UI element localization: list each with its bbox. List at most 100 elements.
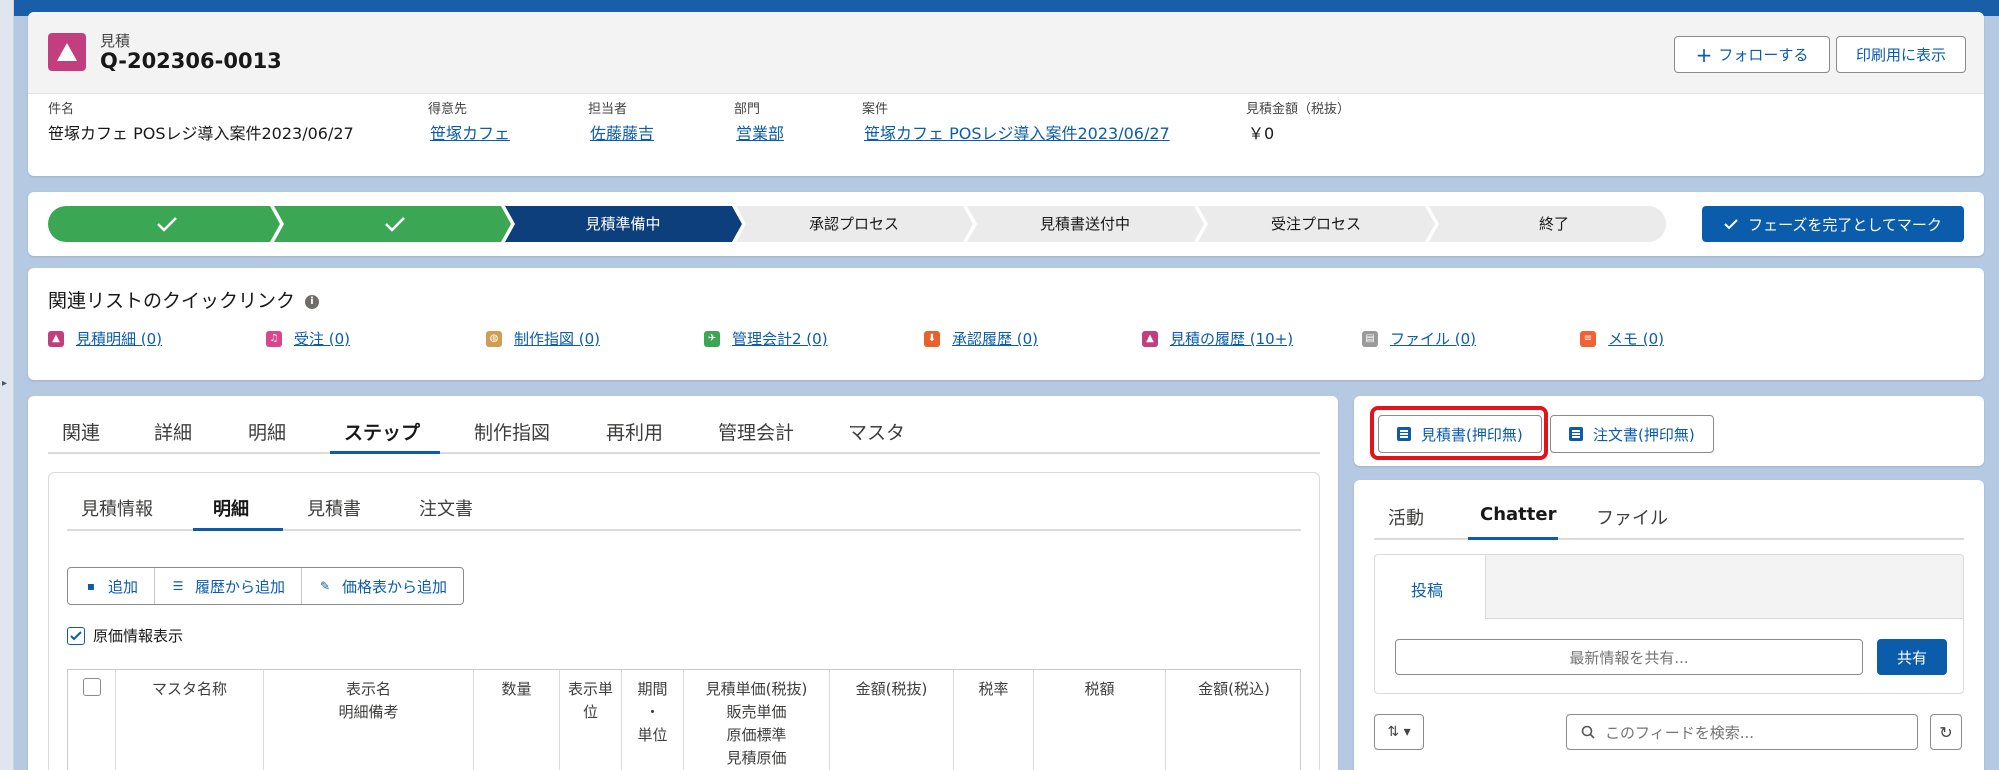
mark-stage-complete-button[interactable]: フェーズを完了としてマーク <box>1702 206 1964 242</box>
refresh-button[interactable]: ↻ <box>1930 714 1962 750</box>
add-line-button[interactable]: ▪ 追加 <box>68 568 156 604</box>
post-tab[interactable]: 投稿 <box>1411 577 1443 601</box>
select-all-checkbox[interactable] <box>82 678 101 696</box>
add-from-pricebook-button[interactable]: ✎ 価格表から追加 <box>302 568 463 604</box>
cost-info-toggle[interactable]: 原価情報表示 <box>67 625 183 646</box>
owner-link[interactable]: 佐藤藤吉 <box>590 120 654 144</box>
quick-link-notes[interactable]: ≡ メモ (0) <box>1580 328 1664 349</box>
path-stage-complete-2[interactable] <box>274 206 511 242</box>
expand-arrow-icon[interactable]: ▸ <box>2 378 7 389</box>
table-header[interactable]: 見積単価(税抜) 販売単価 原価標準 見積原価 <box>684 670 830 770</box>
opportunity-link[interactable]: 笹塚カフェ POSレジ導入案件2023/06/27 <box>864 120 1170 144</box>
field-value: ￥0 <box>1248 124 1275 143</box>
production-icon: ◍ <box>486 330 502 347</box>
path-stage-label: 終了 <box>1539 215 1569 233</box>
record-header: 見積 Q-202306-0013 + フォローする 印刷用に表示 <box>28 12 1984 176</box>
subtab-quote-info[interactable]: 見積情報 <box>81 495 153 521</box>
table-header[interactable]: 期間 ・ 単位 <box>622 670 684 770</box>
quick-link-files[interactable]: ▤ ファイル (0) <box>1362 328 1476 349</box>
sub-tabset: 見積情報 明細 見積書 注文書 <box>67 491 1301 531</box>
approval-icon: ⬇ <box>924 330 940 347</box>
add-from-history-label: 履歴から追加 <box>195 577 286 596</box>
tab-reuse[interactable]: 再利用 <box>606 418 663 445</box>
tab-master[interactable]: マスタ <box>848 418 905 445</box>
highlight-box <box>1370 406 1548 460</box>
add-from-history-button[interactable]: ☰ 履歴から追加 <box>155 568 303 604</box>
quick-link-label[interactable]: 制作指図 (0) <box>514 328 600 349</box>
table-header[interactable]: 税額 <box>1034 670 1166 770</box>
path-stage-4[interactable]: 承認プロセス <box>736 206 973 242</box>
quick-link-label[interactable]: 承認履歴 (0) <box>952 328 1038 349</box>
sort-button[interactable]: ⇅ ▾ <box>1374 714 1424 750</box>
table-header[interactable]: 金額(税抜) <box>830 670 954 770</box>
share-button[interactable]: 共有 <box>1877 639 1947 675</box>
path-stage-current[interactable]: 見積準備中 <box>505 206 742 242</box>
tab-steps[interactable]: ステップ <box>344 418 420 445</box>
quote-object-icon <box>48 33 86 71</box>
info-icon[interactable]: i <box>305 294 320 309</box>
publisher-tab-bar <box>1485 555 1963 619</box>
utility-edge[interactable]: ▸ <box>0 0 14 770</box>
quick-link-approval-history[interactable]: ⬇ 承認履歴 (0) <box>924 328 1038 349</box>
related-quick-links: 関連リストのクイックリンク i ▲ 見積明細 (0) ♫ 受注 (0) ◍ 制作指図 (… <box>28 268 1984 380</box>
add-line-label: 追加 <box>108 577 139 596</box>
quick-link-label[interactable]: 見積の履歴 (10+) <box>1170 328 1293 349</box>
subtab-quote-doc[interactable]: 見積書 <box>307 495 361 521</box>
table-header[interactable]: 税率 <box>954 670 1034 770</box>
feed-search-placeholder: このフィードを検索... <box>1605 723 1755 742</box>
cost-info-checkbox[interactable] <box>67 626 85 645</box>
path-stage-7[interactable]: 終了 <box>1429 206 1666 242</box>
quick-link-orders[interactable]: ♫ 受注 (0) <box>266 328 350 349</box>
table-header-select <box>68 670 116 770</box>
quick-link-label[interactable]: 見積明細 (0) <box>76 328 162 349</box>
subtab-order-doc[interactable]: 注文書 <box>419 495 473 521</box>
tab-files[interactable]: ファイル <box>1596 504 1668 530</box>
path-stage-complete-1[interactable] <box>48 206 280 242</box>
quick-link-production[interactable]: ◍ 制作指図 (0) <box>486 328 600 349</box>
steps-panel: 見積情報 明細 見積書 注文書 ▪ 追加 ☰ 履歴から追加 ✎ 価格表から追加 原価情… <box>48 472 1320 770</box>
path-stage-6[interactable]: 受注プロセス <box>1198 206 1435 242</box>
path-stage-5[interactable]: 見積書送付中 <box>967 206 1204 242</box>
tab-lines[interactable]: 明細 <box>248 418 286 445</box>
quick-link-accounting[interactable]: ✈ 管理会計2 (0) <box>704 328 828 349</box>
quick-link-quote-history[interactable]: ▲ 見積の履歴 (10+) <box>1142 328 1293 349</box>
path-stages[interactable]: 見積準備中 承認プロセス 見積書送付中 受注プロセス 終了 <box>48 206 1703 242</box>
field-label: 件名 <box>48 102 75 117</box>
subtab-lines[interactable]: 明細 <box>213 495 249 521</box>
path-stage-label: 見積書送付中 <box>1040 215 1130 233</box>
table-header[interactable]: 金額(税込) <box>1166 670 1302 770</box>
table-header[interactable]: 表示単 位 <box>560 670 622 770</box>
quick-link-label[interactable]: メモ (0) <box>1608 328 1664 349</box>
plus-icon: + <box>1695 42 1713 67</box>
tab-accounting[interactable]: 管理会計 <box>718 418 794 445</box>
table-header[interactable]: 表示名 明細備考 <box>264 670 474 770</box>
table-header[interactable]: 数量 <box>474 670 560 770</box>
add-from-pricebook-label: 価格表から追加 <box>342 577 448 596</box>
line-action-buttons: ▪ 追加 ☰ 履歴から追加 ✎ 価格表から追加 <box>67 567 465 605</box>
department-link[interactable]: 営業部 <box>736 120 784 144</box>
print-view-button[interactable]: 印刷用に表示 <box>1836 36 1966 73</box>
search-icon <box>1581 725 1595 739</box>
path-stage-label: 見積準備中 <box>585 215 660 233</box>
quick-link-quote-lines[interactable]: ▲ 見積明細 (0) <box>48 328 162 349</box>
field-label: 得意先 <box>428 102 468 117</box>
path-stage-label: 承認プロセス <box>809 215 899 233</box>
quick-link-label[interactable]: 受注 (0) <box>294 328 350 349</box>
field-label: 部門 <box>734 102 761 117</box>
follow-button[interactable]: + フォローする <box>1674 36 1830 73</box>
active-subtab-indicator <box>193 528 283 531</box>
object-label: 見積 <box>100 32 131 50</box>
order-doc-label: 注文書(押印無) <box>1593 425 1695 444</box>
customer-link[interactable]: 笹塚カフェ <box>430 120 510 144</box>
table-header[interactable]: マスタ名称 <box>116 670 264 770</box>
quick-link-label[interactable]: 管理会計2 (0) <box>732 328 828 349</box>
order-doc-no-seal-button[interactable]: 注文書(押印無) <box>1550 415 1714 453</box>
quick-link-label[interactable]: ファイル (0) <box>1390 328 1476 349</box>
share-update-input[interactable]: 最新情報を共有... <box>1395 639 1863 675</box>
tab-related[interactable]: 関連 <box>62 418 100 445</box>
tab-details[interactable]: 詳細 <box>154 418 192 445</box>
tab-chatter[interactable]: Chatter <box>1480 504 1556 525</box>
tab-production[interactable]: 制作指図 <box>474 418 550 445</box>
feed-search-input[interactable]: このフィードを検索... <box>1566 714 1918 750</box>
tab-activity[interactable]: 活動 <box>1388 504 1424 530</box>
